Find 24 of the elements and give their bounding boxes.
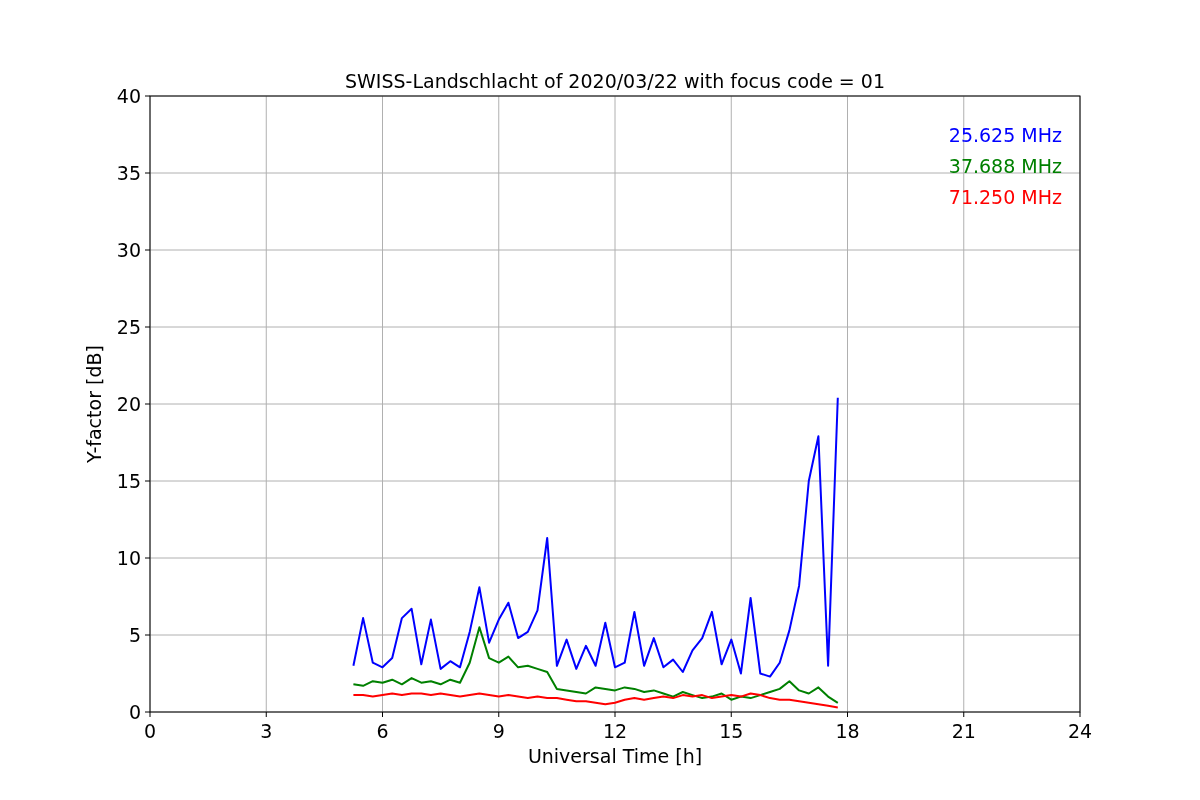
tick-label: 25 (116, 316, 141, 338)
chart-title: SWISS-Landschlacht of 2020/03/22 with focus code = 01 (345, 70, 885, 92)
tick-label: 40 (116, 85, 141, 107)
tick-label: 0 (128, 701, 141, 723)
legend-label: 25.625 MHz (948, 124, 1062, 146)
tick-label: 20 (116, 393, 141, 415)
tick-label: 6 (376, 720, 389, 742)
legend-label: 37.688 MHz (948, 155, 1062, 177)
tick-label: 18 (835, 720, 860, 742)
tick-label: 35 (116, 162, 141, 184)
tick-label: 0 (143, 720, 157, 742)
x-axis-label: Universal Time [h] (527, 745, 703, 767)
tick-label: 9 (492, 720, 505, 742)
tick-label: 5 (128, 624, 141, 646)
tick-label: 15 (719, 720, 744, 742)
tick-label: 15 (116, 470, 141, 492)
tick-label: 3 (260, 720, 273, 742)
y-axis-label: Y-factor [dB] (83, 345, 105, 463)
tick-label: 12 (602, 720, 628, 742)
legend-label: 71.250 MHz (948, 186, 1062, 208)
tick-label: 30 (116, 239, 141, 261)
tick-label: 21 (951, 720, 976, 742)
tick-label: 24 (1067, 720, 1093, 742)
tick-label: 10 (116, 547, 141, 569)
